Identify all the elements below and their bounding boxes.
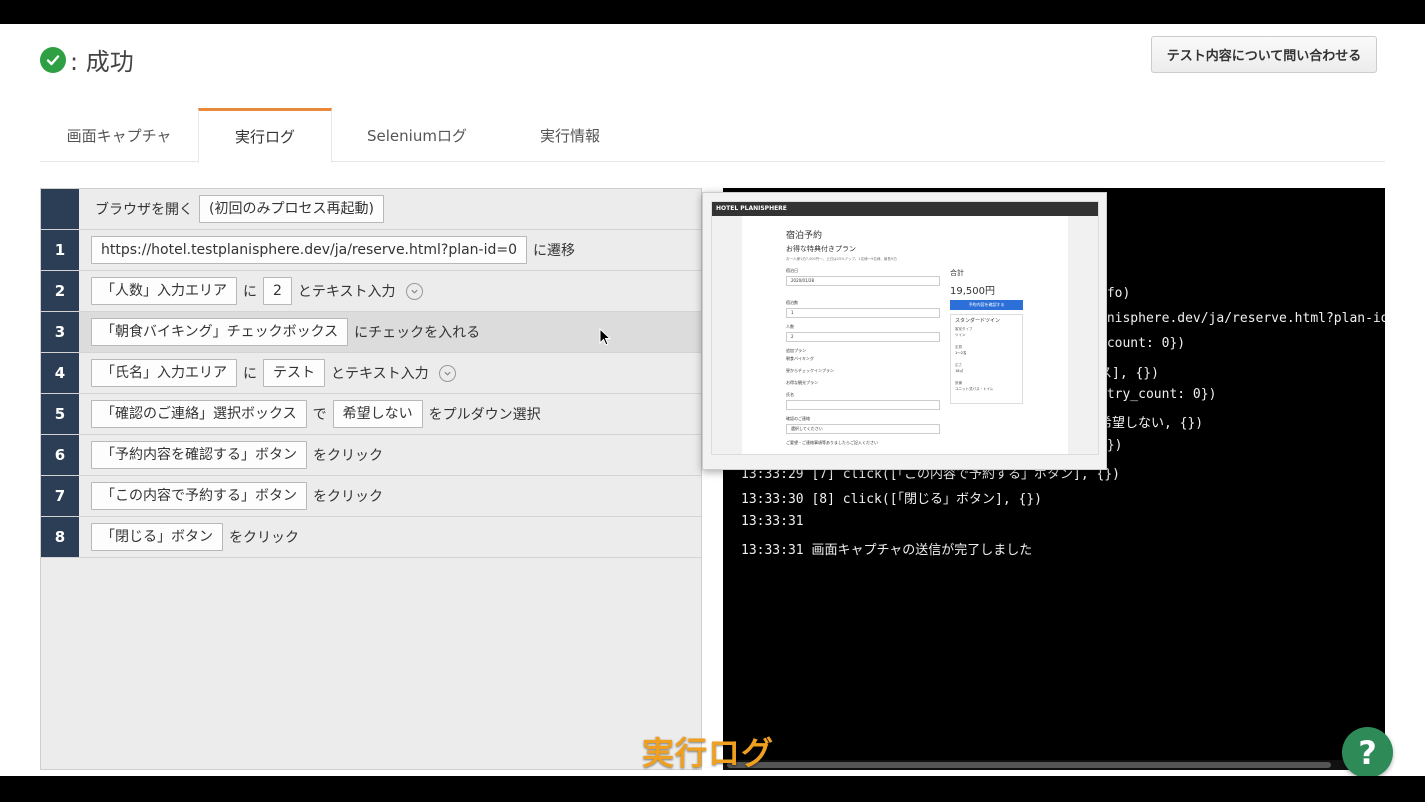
log-line: anisphere.dev/ja/reserve.html?plan-id — [1099, 311, 1385, 326]
chevron-down-icon[interactable] — [438, 364, 456, 382]
preview-guests-value: 2 — [791, 334, 794, 339]
help-button[interactable]: ? — [1342, 727, 1393, 778]
preview-total-label: 合計 — [950, 269, 964, 277]
preview-option-sightseeing: お得な観光プラン — [786, 380, 818, 385]
step-list: ブラウザを開く (初回のみプロセス再起動) 1 https://hotel.te… — [40, 188, 702, 770]
step-url: https://hotel.testplanisphere.dev/ja/res… — [91, 236, 528, 264]
preview-image: HOTEL PLANISPHERE 宿泊予約 お得な特典付きプラン お一人様1泊… — [711, 201, 1099, 455]
preview-room-info: スタンダードツイン 客室タイプ ツイン 定員 1〜2名 広さ 18㎡ 設備 ユニ… — [950, 314, 1023, 404]
step-target: 「この内容で予約する」ボタン — [91, 482, 307, 510]
step-number: 1 — [41, 230, 79, 270]
step-row[interactable]: 5 「確認のご連絡」選択ボックス で 希望しない をプルダウン選択 — [41, 394, 701, 435]
step-text: ブラウザを開く — [95, 202, 193, 218]
step-row[interactable]: 7 「この内容で予約する」ボタン をクリック — [41, 476, 701, 517]
preview-contact-value: 選択してください — [791, 426, 823, 431]
preview-name-label: 氏名 — [786, 392, 794, 397]
step-text: をプルダウン選択 — [428, 407, 541, 423]
step-row[interactable]: 6 「予約内容を確認する」ボタン をクリック — [41, 435, 701, 476]
preview-total-value: 19,500円 — [950, 286, 995, 297]
tab-screen-capture[interactable]: 画面キャプチャ — [40, 108, 198, 162]
log-line: _count: 0}) — [1099, 336, 1186, 351]
preview-confirm-button: 予約内容を確認する — [950, 300, 1023, 310]
step-number: 6 — [41, 435, 79, 475]
step-row[interactable]: 8 「閉じる」ボタン をクリック — [41, 517, 701, 558]
preview-desc: お一人様1泊7,000円〜、土日は25%アップ。1名様〜9名様、最長9泊 — [786, 257, 897, 261]
step-target: 「氏名」入力エリア — [91, 359, 237, 387]
step-param: (初回のみプロセス再起動) — [199, 195, 384, 223]
preview-contact-label: 確認のご連絡 — [786, 416, 810, 421]
tab-bar: 画面キャプチャ 実行ログ Seleniumログ 実行情報 — [40, 108, 1385, 163]
preview-nights-label: 宿泊数 — [786, 300, 798, 305]
step-text: をクリック — [229, 530, 299, 546]
preview-option-early: 昼からチェックインプラン — [786, 368, 834, 373]
preview-checkin-value: 2020/01/28 — [791, 278, 815, 283]
step-target: 「人数」入力エリア — [91, 277, 237, 305]
log-line: 13:33:31 画面キャプチャの送信が完了しました — [741, 543, 1033, 558]
step-target: 「予約内容を確認する」ボタン — [91, 441, 307, 469]
preview-options-label: 追加プラン — [786, 348, 806, 353]
step-value: 希望しない — [332, 400, 423, 428]
preview-nights-value: 1 — [791, 310, 794, 315]
status-text: : 成功 — [70, 48, 134, 76]
video-caption: 実行ログ — [642, 734, 775, 772]
preview-title: 宿泊予約 — [786, 231, 823, 241]
step-number: 3 — [41, 312, 79, 352]
horizontal-scrollbar[interactable] — [723, 760, 1385, 770]
tab-execution-info[interactable]: 実行情報 — [494, 108, 646, 162]
preview-plan: お得な特典付きプラン — [786, 245, 856, 253]
step-target: 「確認のご連絡」選択ボックス — [91, 400, 307, 428]
step-target: 「閉じる」ボタン — [91, 523, 223, 551]
step-text: に — [243, 284, 257, 300]
step-target: 「朝食バイキング」チェックボックス — [91, 318, 349, 346]
tab-execution-log[interactable]: 実行ログ — [198, 108, 332, 163]
log-line: 希望しない, {}) — [1099, 416, 1204, 431]
preview-guests-label: 人数 — [786, 324, 794, 329]
tab-selenium-log[interactable]: Seleniumログ — [340, 108, 494, 162]
log-line: 13:33:31 — [741, 514, 804, 529]
step-number: 2 — [41, 271, 79, 311]
step-text: で — [312, 407, 327, 423]
preview-note-label: ご要望・ご連絡事項等ありましたらご記入ください — [786, 440, 878, 445]
step-text: をクリック — [313, 448, 383, 464]
step-text: とテキスト入力 — [331, 366, 429, 382]
chevron-down-icon[interactable] — [405, 282, 423, 300]
top-letterbox — [0, 0, 1425, 24]
step-number: 7 — [41, 476, 79, 516]
log-line: 13:33:30 [8] click([「閉じる」ボタン], {}) — [741, 492, 1042, 507]
step-number: 8 — [41, 517, 79, 557]
mouse-pointer-icon — [599, 328, 611, 346]
step-number: 5 — [41, 394, 79, 434]
step-text: にチェックを入れる — [354, 325, 481, 341]
step-row[interactable]: 1 https://hotel.testplanisphere.dev/ja/r… — [41, 230, 701, 271]
log-line: etry_count: 0}) — [1099, 387, 1217, 402]
preview-option-breakfast: 朝食バイキング — [786, 356, 814, 361]
step-text: をクリック — [313, 489, 383, 505]
bottom-letterbox — [0, 776, 1425, 802]
step-value: テスト — [263, 359, 325, 387]
status-indicator: : 成功 — [40, 42, 134, 77]
step-text: とテキスト入力 — [297, 284, 396, 300]
contact-about-test-button[interactable]: テスト内容について問い合わせる — [1151, 36, 1377, 73]
screenshot-preview-popup: HOTEL PLANISPHERE 宿泊予約 お得な特典付きプラン お一人様1泊… — [702, 192, 1107, 470]
step-text: に遷移 — [533, 243, 576, 259]
step-row[interactable]: ブラウザを開く (初回のみプロセス再起動) — [41, 189, 701, 230]
step-number — [41, 189, 79, 229]
step-number: 4 — [41, 353, 79, 393]
preview-checkin-label: 宿泊日 — [786, 268, 798, 273]
step-value: 2 — [263, 277, 292, 305]
step-row[interactable]: 4 「氏名」入力エリア に テスト とテキスト入力 — [41, 353, 701, 394]
success-check-icon — [40, 46, 66, 73]
log-line: ス], {}) — [1099, 366, 1159, 381]
test-result-page: : 成功 テスト内容について問い合わせる 画面キャプチャ 実行ログ Seleni… — [0, 24, 1425, 778]
preview-hotel-header: HOTEL PLANISPHERE — [712, 202, 1098, 216]
step-row[interactable]: 2 「人数」入力エリア に 2 とテキスト入力 — [41, 271, 701, 312]
step-text: に — [243, 366, 257, 382]
